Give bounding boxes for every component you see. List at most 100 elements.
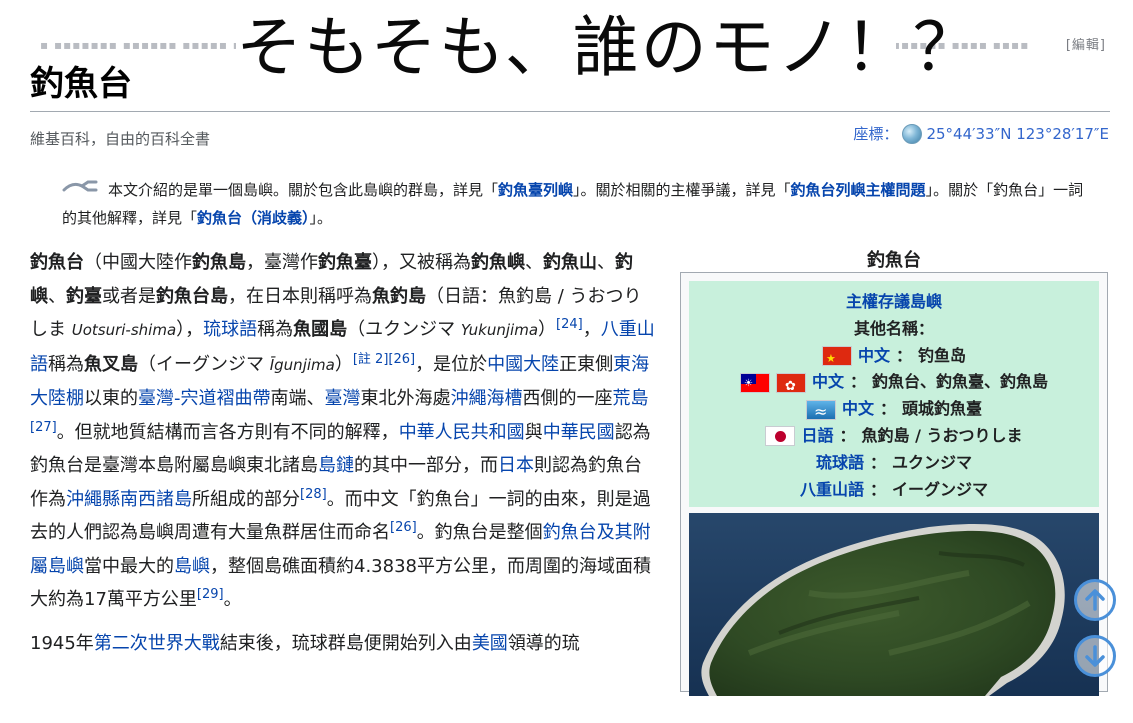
citation-link[interactable]: [27] [30, 420, 57, 435]
hatnote-text: 」。 [309, 209, 333, 227]
name-value: 頭城釣魚臺 [902, 399, 983, 419]
name-sep: ： [869, 479, 886, 499]
lang-link[interactable]: 中文 [842, 396, 874, 423]
hatnote: 本文介紹的是單一個島嶼。關於包含此島嶼的群島，詳見「釣魚臺列嶼」。關於相關的主權… [62, 176, 1092, 232]
citation-link[interactable]: [29] [197, 587, 224, 602]
romanization: Uotsuri-shima [71, 321, 177, 339]
overlay-caption: そもそも、誰のモノ！？ [236, 6, 979, 92]
scroll-down-icon [1085, 645, 1105, 667]
hatnote-link-disambiguation[interactable]: 釣魚台（消歧義） [197, 209, 310, 227]
link-island-chain[interactable]: 島鏈 [318, 455, 354, 476]
article-text: 。 [223, 589, 242, 610]
article-text: 釣魚嶼 [471, 252, 525, 273]
article-text: 的其中一部分，而 [354, 455, 498, 476]
link-taiwan[interactable]: 臺灣 [325, 388, 361, 409]
lang-link[interactable]: 日語 [801, 423, 833, 450]
citation-link[interactable]: [註 2] [353, 352, 389, 367]
citation[interactable]: [28] [300, 487, 327, 502]
link-prc[interactable]: 中華人民共和國 [399, 422, 525, 443]
citation[interactable]: [24] [556, 317, 583, 332]
article-text: ）， [176, 319, 204, 340]
coordinates[interactable]: 座標： 25°44′33″N 123°28′17″E [853, 123, 1109, 144]
screenshot: ▪ ▪▪▪▪▪▪▪ ▪▪▪▪▪▪ ▪▪▪▪▪ ▪▪▪▪ ▪▪▪ ▪▪▪▪ ▪▪▪ ▪… [0, 0, 1133, 723]
article-text: ） [334, 353, 353, 375]
article-text: 或者是 [102, 285, 156, 307]
article-text: 釣臺 [66, 285, 102, 307]
lang-link[interactable]: 中文 [858, 343, 890, 370]
article-text: 以東的 [84, 388, 138, 409]
hatnote-text: 本文介紹的是單一個島嶼。關於包含此島嶼的群島，詳見「 [108, 181, 499, 199]
article-text: 、 [525, 252, 543, 273]
link-island[interactable]: 島嶼 [174, 556, 210, 577]
flag-japan-icon [765, 426, 796, 447]
name-row: 中文： 釣魚台、釣魚臺、釣魚島 [689, 369, 1099, 396]
link-ww2[interactable]: 第二次世界大戰 [94, 633, 220, 654]
island-satellite-graphic [689, 513, 1099, 697]
romanization: Yukunjima [460, 321, 539, 339]
name-sep: ： [879, 399, 896, 419]
article-text: 魚叉島 [84, 353, 138, 375]
citation[interactable]: [27] [30, 420, 57, 435]
article-paragraph: 釣魚台（中國大陸作釣魚島，臺灣作釣魚臺），又被稱為釣魚嶼、釣魚山、釣嶼、釣臺或者… [30, 246, 655, 617]
name-sep: ： [839, 425, 856, 445]
hatnote-arrow-icon [62, 180, 98, 192]
citation-link[interactable]: [28] [300, 487, 327, 502]
globe-icon[interactable] [902, 123, 923, 144]
site-tagline: 維基百科，自由的百科全書 [30, 130, 211, 148]
name-value: イーグンジマ [892, 479, 989, 499]
link-fold-belt[interactable]: 臺灣-宍道褶曲帶 [138, 388, 271, 409]
edit-link[interactable]: [編輯] [1066, 38, 1106, 52]
coordinates-value[interactable]: 25°44′33″N 123°28′17″E [926, 125, 1109, 143]
flag-roc-icon [739, 372, 770, 393]
article-text: ， [582, 319, 601, 340]
link-ryukyuan[interactable]: 琉球語 [203, 319, 257, 340]
citation-link[interactable]: [26] [390, 520, 417, 535]
citation[interactable]: [29] [197, 587, 224, 602]
article-text: ），又被稱為 [372, 252, 471, 273]
article-text: 領導的琉 [507, 632, 580, 654]
lang-link[interactable]: 琉球語 [816, 450, 864, 477]
lang-link[interactable]: 八重山語 [800, 477, 864, 504]
romanization: Īgunjima [269, 355, 335, 374]
name-row: 日語 ：魚釣島 / うおつりしま [689, 423, 1099, 450]
article-text: 。釣魚台是整個 [416, 522, 543, 543]
citation[interactable]: [26] [390, 520, 417, 535]
name-sep: ： [895, 345, 912, 365]
citation-link[interactable]: [26] [388, 352, 415, 367]
link-nansei-islands[interactable]: 南西諸島 [120, 489, 192, 510]
link-okinawa-prefecture[interactable]: 沖繩縣 [66, 489, 120, 510]
scroll-up-button[interactable] [1074, 579, 1116, 621]
link-roc[interactable]: 中華民國 [543, 422, 615, 443]
article-text: ，在日本則稱呼為 [228, 285, 372, 307]
article-text: 稱為 [257, 319, 294, 340]
infobox-title: 釣魚台 [867, 250, 921, 271]
citation[interactable]: [註 2][26] [353, 352, 415, 367]
citation-link[interactable]: [24] [556, 317, 583, 332]
article-text: 釣魚山 [543, 252, 597, 273]
infobox-kind-link[interactable]: 主權存議島嶼 [846, 289, 942, 316]
island-satellite-image[interactable] [689, 513, 1099, 697]
link-desert-island[interactable]: 荒島 [613, 388, 649, 409]
hatnote-link-dispute[interactable]: 釣魚台列嶼主權問題 [791, 181, 926, 199]
name-value: 魚釣島 / うおつりしま [861, 425, 1023, 445]
scroll-down-button[interactable] [1074, 635, 1116, 677]
article-text: 正東側 [559, 353, 614, 375]
link-japan[interactable]: 日本 [498, 455, 534, 476]
article-text: 1945年 [30, 632, 94, 654]
article-text: 結束後，琉球群島便開始列入由 [219, 632, 472, 654]
article-text: 所組成的部分 [192, 488, 300, 510]
coordinates-label: 座標： [853, 125, 899, 143]
link-usa[interactable]: 美國 [472, 633, 508, 654]
hatnote-link-archipelago[interactable]: 釣魚臺列嶼 [498, 181, 573, 199]
lang-link[interactable]: 中文 [812, 369, 844, 396]
scroll-up-icon [1085, 589, 1105, 611]
article-text: 稱為 [48, 353, 84, 375]
link-mainland-china[interactable]: 中國大陸 [487, 354, 559, 375]
article-text: 南端、 [270, 388, 325, 409]
name-value: 钓鱼岛 [918, 345, 967, 365]
hatnote-text: 」。關於相關的主權爭議，詳見「 [573, 181, 791, 199]
article-text: 釣魚台 [30, 252, 84, 273]
article-text: （日語： [426, 285, 498, 307]
link-okinawa-trough[interactable]: 沖繩海槽 [451, 388, 523, 409]
article-text: （中國大陸作 [84, 252, 192, 273]
